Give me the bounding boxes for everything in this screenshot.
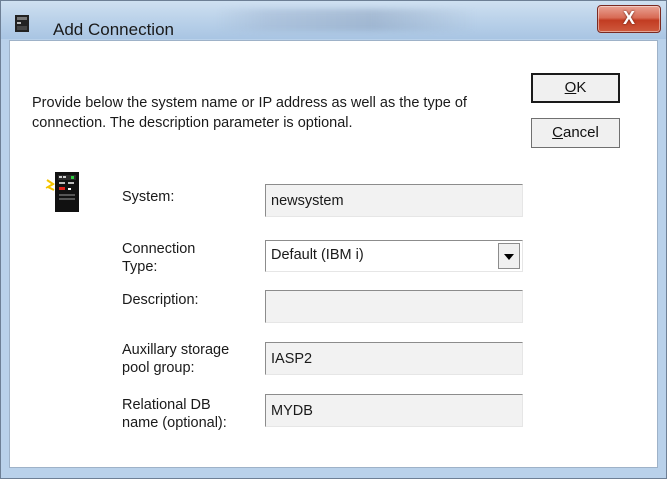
cancel-button[interactable]: Cancel	[531, 118, 620, 148]
connection-type-value: Default (IBM i)	[271, 247, 364, 263]
close-icon: X	[622, 8, 635, 28]
ok-button[interactable]: OK	[531, 73, 620, 103]
system-field[interactable]: newsystem	[265, 184, 523, 217]
description-label: Description:	[122, 292, 199, 308]
asp-group-field[interactable]: IASP2	[265, 342, 523, 375]
rdb-label-line2: name (optional):	[122, 415, 227, 431]
cancel-label: ancel	[562, 124, 599, 141]
title-bar-glass	[216, 9, 476, 31]
system-label: System:	[122, 189, 175, 205]
connection-type-select[interactable]: Default (IBM i)	[265, 240, 523, 272]
instructions-text: Provide below the system name or IP addr…	[32, 95, 467, 131]
title-bar[interactable]: Add Connection X	[1, 1, 666, 39]
window-title: Add Connection	[53, 20, 174, 39]
asp-label-line2: pool group:	[122, 360, 195, 376]
close-button[interactable]: X	[597, 5, 661, 33]
cancel-mnemonic: C	[552, 124, 563, 141]
rdb-label-line1: Relational DB	[122, 397, 211, 413]
ok-mnemonic: O	[564, 79, 577, 96]
rdb-name-field[interactable]: MYDB	[265, 394, 523, 427]
description-field[interactable]	[265, 290, 523, 323]
app-icon	[15, 15, 29, 32]
connection-type-label-line1: Connection	[122, 241, 196, 257]
ok-label: K	[576, 79, 587, 96]
asp-label-line1: Auxillary storage	[122, 342, 230, 358]
chevron-down-icon[interactable]	[498, 243, 520, 269]
connection-type-label-line2: Type:	[122, 259, 158, 275]
system-connection-icon	[45, 172, 79, 212]
